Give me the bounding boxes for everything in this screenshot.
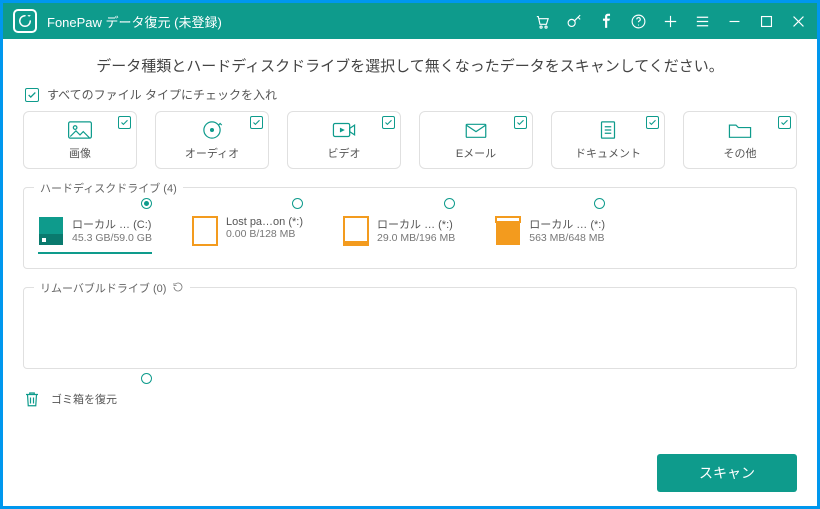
removable-legend: リムーバブルドライブ (0)	[34, 280, 190, 296]
drive-size: 0.00 B/128 MB	[226, 228, 303, 240]
trash-label: ゴミ箱を復元	[51, 391, 117, 407]
drive-icon	[495, 216, 521, 246]
trash-row[interactable]: ゴミ箱を復元	[23, 389, 797, 409]
key-icon[interactable]	[565, 12, 583, 30]
removable-drive-section: リムーバブルドライブ (0)	[23, 287, 797, 369]
title-bar-icons	[533, 12, 807, 30]
file-type-document[interactable]: ドキュメント	[551, 111, 665, 169]
refresh-icon[interactable]	[172, 281, 184, 296]
drive-icon	[343, 216, 369, 246]
document-icon	[595, 119, 621, 141]
checkbox-icon[interactable]	[250, 116, 263, 129]
drive-local-2[interactable]: ローカル … (*:) 29.0 MB/196 MB	[343, 216, 455, 254]
drive-name: Lost pa…on (*:)	[226, 216, 303, 228]
checkbox-icon[interactable]	[514, 116, 527, 129]
file-type-row: 画像 オーディオ ビデオ Eメール ドキュメント	[23, 111, 797, 169]
maximize-icon[interactable]	[757, 12, 775, 30]
checkbox-icon[interactable]	[382, 116, 395, 129]
radio-icon[interactable]	[444, 198, 455, 209]
audio-icon	[199, 119, 225, 141]
video-icon	[331, 119, 357, 141]
image-icon	[67, 119, 93, 141]
close-icon[interactable]	[789, 12, 807, 30]
help-icon[interactable]	[629, 12, 647, 30]
drive-c[interactable]: ローカル … (C:) 45.3 GB/59.0 GB	[38, 216, 152, 254]
main-content: データ種類とハードディスクドライブを選択して無くなったデータをスキャンしてくださ…	[3, 39, 817, 506]
file-type-label: オーディオ	[185, 145, 239, 161]
radio-icon[interactable]	[141, 373, 152, 384]
email-icon	[463, 119, 489, 141]
removable-label-text: リムーバブルドライブ (0)	[40, 280, 166, 296]
facebook-icon[interactable]	[597, 12, 615, 30]
minimize-icon[interactable]	[725, 12, 743, 30]
drive-row: ローカル … (C:) 45.3 GB/59.0 GB Lost pa…on (…	[38, 216, 782, 254]
trash-icon	[23, 389, 41, 409]
checkbox-icon[interactable]	[646, 116, 659, 129]
radio-icon[interactable]	[141, 198, 152, 209]
plus-icon[interactable]	[661, 12, 679, 30]
checkbox-icon[interactable]	[778, 116, 791, 129]
drive-name: ローカル … (C:)	[72, 216, 152, 232]
drive-name: ローカル … (*:)	[529, 216, 605, 232]
file-type-image[interactable]: 画像	[23, 111, 137, 169]
hard-drive-section: ハードディスクドライブ (4) ローカル … (C:) 45.3 GB/59.0…	[23, 187, 797, 269]
page-subtitle: データ種類とハードディスクドライブを選択して無くなったデータをスキャンしてくださ…	[23, 55, 797, 76]
file-type-audio[interactable]: オーディオ	[155, 111, 269, 169]
hard-drive-legend: ハードディスクドライブ (4)	[34, 180, 183, 196]
file-type-other[interactable]: その他	[683, 111, 797, 169]
drive-size: 29.0 MB/196 MB	[377, 232, 455, 244]
drive-icon	[192, 216, 218, 246]
scan-button[interactable]: スキャン	[657, 454, 797, 492]
drive-icon	[38, 216, 64, 246]
radio-icon[interactable]	[292, 198, 303, 209]
drive-size: 563 MB/648 MB	[529, 232, 605, 244]
radio-icon[interactable]	[594, 198, 605, 209]
button-row: スキャン	[23, 454, 797, 492]
title-bar: FonePaw データ復元 (未登録)	[3, 3, 817, 39]
check-all-checkbox[interactable]	[25, 88, 39, 102]
file-type-label: ドキュメント	[575, 145, 641, 161]
file-type-email[interactable]: Eメール	[419, 111, 533, 169]
file-type-label: その他	[724, 145, 757, 161]
drive-lost-partition[interactable]: Lost pa…on (*:) 0.00 B/128 MB	[192, 216, 303, 254]
app-logo	[13, 9, 37, 33]
menu-icon[interactable]	[693, 12, 711, 30]
drive-size: 45.3 GB/59.0 GB	[72, 232, 152, 244]
check-all-label: すべてのファイル タイプにチェックを入れ	[47, 86, 277, 103]
app-title: FonePaw データ復元 (未登録)	[47, 12, 222, 31]
file-type-label: 画像	[69, 145, 91, 161]
checkbox-icon[interactable]	[118, 116, 131, 129]
file-type-video[interactable]: ビデオ	[287, 111, 401, 169]
folder-icon	[727, 119, 753, 141]
drive-local-3[interactable]: ローカル … (*:) 563 MB/648 MB	[495, 216, 605, 254]
file-type-label: ビデオ	[328, 145, 361, 161]
file-type-label: Eメール	[456, 145, 496, 161]
check-all-row: すべてのファイル タイプにチェックを入れ	[23, 86, 797, 103]
app-window: FonePaw データ復元 (未登録) データ種類とハードディスクドライブを選択…	[0, 0, 820, 509]
cart-icon[interactable]	[533, 12, 551, 30]
drive-name: ローカル … (*:)	[377, 216, 455, 232]
